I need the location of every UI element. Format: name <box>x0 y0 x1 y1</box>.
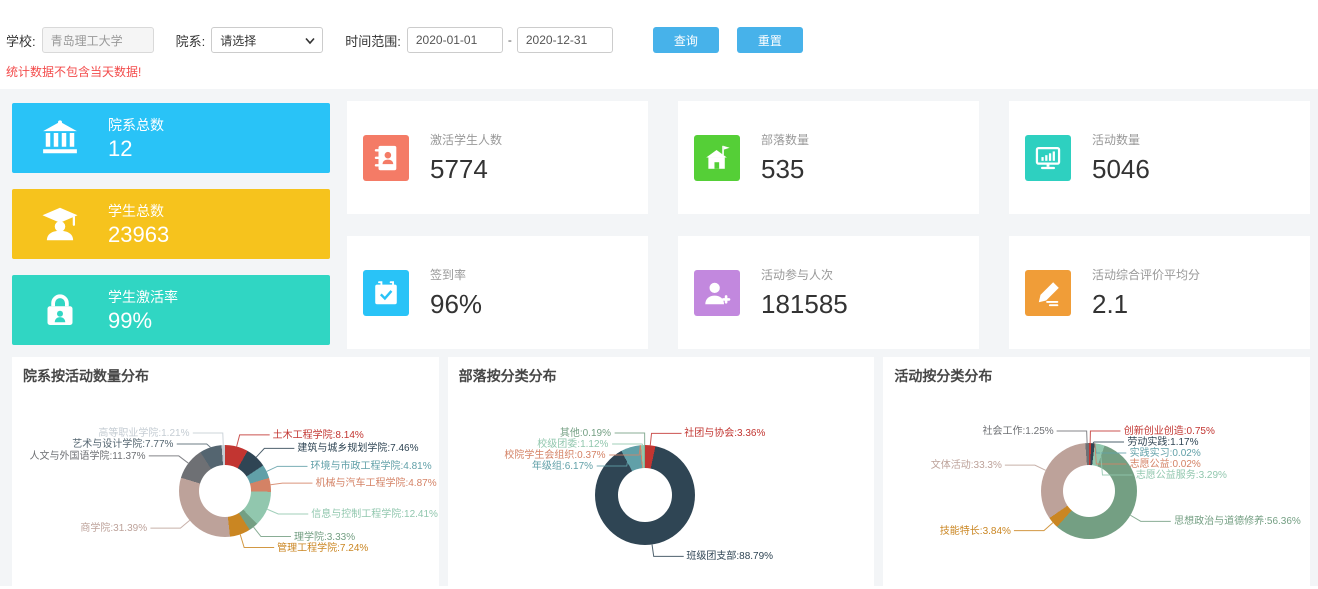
pie-label: 思想政治与道德修养:56.36% <box>1174 516 1301 527</box>
stat-card-value: 181585 <box>761 289 848 320</box>
pie-label: 人文与外国语学院:11.37% <box>30 451 146 462</box>
donut-hole <box>1063 465 1115 517</box>
pie-label: 艺术与设计学院:7.77% <box>72 439 173 450</box>
summary-card-label: 学生总数 <box>108 201 169 221</box>
bank-icon <box>12 118 108 158</box>
pie-chart-activity-category: 创新创业创造:0.75%劳动实践:1.17%实践实习:0.02%志愿公益:0.0… <box>883 357 1310 586</box>
query-toolbar: 学校: 院系: 请选择 时间范围: - 查询 重置 <box>0 0 1318 53</box>
charts-row: 院系按活动数量分布 土木工程学院:8.14% 建筑与城乡规划学院:7.46% 环境与… <box>12 357 1310 586</box>
stat-card-value: 96% <box>430 289 482 320</box>
query-button[interactable]: 查询 <box>653 27 719 53</box>
donut-hole <box>618 468 672 522</box>
lock-user-icon <box>12 290 108 330</box>
pie-label: 校级团委:1.12% <box>537 439 608 450</box>
pie-label: 商学院:31.39% <box>80 523 147 534</box>
stat-card-value: 5774 <box>430 154 502 185</box>
pie-chart-tribe-category: 社团与协会:3.36% 班级团支部:88.79% 年级组:6.17%校院学生会组织:… <box>448 357 875 586</box>
pie-label: 信息与控制工程学院:12.41% <box>311 509 438 520</box>
department-select[interactable]: 请选择 <box>211 27 323 53</box>
chart-title: 院系按活动数量分布 <box>23 366 149 386</box>
stat-card-activities: 活动数量 5046 <box>1009 101 1310 214</box>
date-end-input[interactable] <box>517 27 613 53</box>
chart-panel-activity-category: 活动按分类分布 创新创业创造:0.75%劳动实践:1.17%实践实习:0.02%… <box>883 357 1310 586</box>
graduate-icon <box>12 204 108 244</box>
notice-text: 统计数据不包含当天数据! <box>0 53 1318 89</box>
pie-label: 年级组:6.17% <box>532 461 593 472</box>
summary-card-students: 学生总数 23963 <box>12 189 330 259</box>
chart-panel-department-activity: 院系按活动数量分布 土木工程学院:8.14% 建筑与城乡规划学院:7.46% 环境与… <box>12 357 439 586</box>
chart-title: 部落按分类分布 <box>459 366 557 386</box>
chevron-down-icon <box>305 37 315 45</box>
pie-label: 技能特长:3.84% <box>940 526 1011 537</box>
pie-label: 机械与汽车工程学院:4.87% <box>315 478 436 489</box>
school-label: 学校: <box>6 31 36 50</box>
pie-label: 班级团支部:88.79% <box>686 551 773 562</box>
date-range-label: 时间范围: <box>345 31 401 50</box>
pie-label: 志愿公益服务:3.29% <box>1136 470 1227 481</box>
summary-card-value: 23963 <box>108 222 169 248</box>
stat-card-value: 535 <box>761 154 809 185</box>
stat-card-label: 签到率 <box>430 266 482 283</box>
pie-label: 环境与市政工程学院:4.81% <box>310 461 431 472</box>
chart-panel-tribe-category: 部落按分类分布 社团与协会:3.36% 班级团支部:88.79% 年级组:6.17%… <box>448 357 875 586</box>
stats-grid: 激活学生人数 5774 部落数量 535 <box>347 101 1310 349</box>
school-input[interactable] <box>42 27 154 53</box>
date-start-input[interactable] <box>407 27 503 53</box>
calendar-check-icon <box>363 270 409 316</box>
summary-card-activation-rate: 学生激活率 99% <box>12 275 330 345</box>
summary-card-departments: 院系总数 12 <box>12 103 330 173</box>
user-plus-icon <box>694 270 740 316</box>
pie-label: 土木工程学院:8.14% <box>273 430 364 441</box>
stat-card-checkin-rate: 签到率 96% <box>347 236 648 349</box>
pie-label: 实践实习:0.02% <box>1130 448 1201 459</box>
stat-card-label: 部落数量 <box>761 131 809 148</box>
pie-label: 社团与协会:3.36% <box>684 428 765 439</box>
department-select-value: 请选择 <box>220 32 256 49</box>
date-separator: - <box>508 33 512 47</box>
pie-label: 文体活动:33.3% <box>931 460 1002 471</box>
stat-card-average-score: 活动综合评价平均分 2.1 <box>1009 236 1310 349</box>
summary-card-value: 12 <box>108 136 164 162</box>
stat-card-label: 活动参与人次 <box>761 266 848 283</box>
stat-card-label: 活动综合评价平均分 <box>1092 266 1200 283</box>
pie-label: 建筑与城乡规划学院:7.46% <box>297 443 418 454</box>
tribe-hut-icon <box>694 135 740 181</box>
stat-card-label: 活动数量 <box>1092 131 1150 148</box>
pie-label: 理学院:3.33% <box>294 532 355 543</box>
stat-card-tribes: 部落数量 535 <box>678 101 979 214</box>
monitor-chart-icon <box>1025 135 1071 181</box>
summary-card-value: 99% <box>108 308 178 334</box>
dashboard: 院系总数 12 学生总数 23963 <box>0 89 1318 586</box>
donut-hole <box>199 465 251 517</box>
chart-title: 活动按分类分布 <box>894 366 992 386</box>
pie-label: 高等职业学院:1.21% <box>98 428 189 439</box>
summary-column: 院系总数 12 学生总数 23963 <box>12 101 330 349</box>
pie-label: 创新创业创造:0.75% <box>1124 426 1215 437</box>
stat-card-participations: 活动参与人次 181585 <box>678 236 979 349</box>
pie-chart-department-activity: 土木工程学院:8.14% 建筑与城乡规划学院:7.46% 环境与市政工程学院:4.8… <box>12 357 439 586</box>
pie-label: 校院学生会组织:0.37% <box>504 450 605 461</box>
stat-card-value: 5046 <box>1092 154 1150 185</box>
pie-label: 管理工程学院:7.24% <box>277 543 368 554</box>
department-label: 院系: <box>176 31 206 50</box>
pie-label: 社会工作:1.25% <box>983 426 1054 437</box>
reset-button[interactable]: 重置 <box>737 27 803 53</box>
pencil-icon <box>1025 270 1071 316</box>
contacts-book-icon <box>363 135 409 181</box>
stat-card-active-students: 激活学生人数 5774 <box>347 101 648 214</box>
summary-card-label: 学生激活率 <box>108 287 178 307</box>
pie-label: 劳动实践:1.17% <box>1127 437 1198 448</box>
summary-card-label: 院系总数 <box>108 115 164 135</box>
pie-label: 志愿公益:0.02% <box>1130 459 1201 470</box>
stat-card-value: 2.1 <box>1092 289 1200 320</box>
stat-card-label: 激活学生人数 <box>430 131 502 148</box>
pie-label: 其他:0.19% <box>560 428 611 439</box>
